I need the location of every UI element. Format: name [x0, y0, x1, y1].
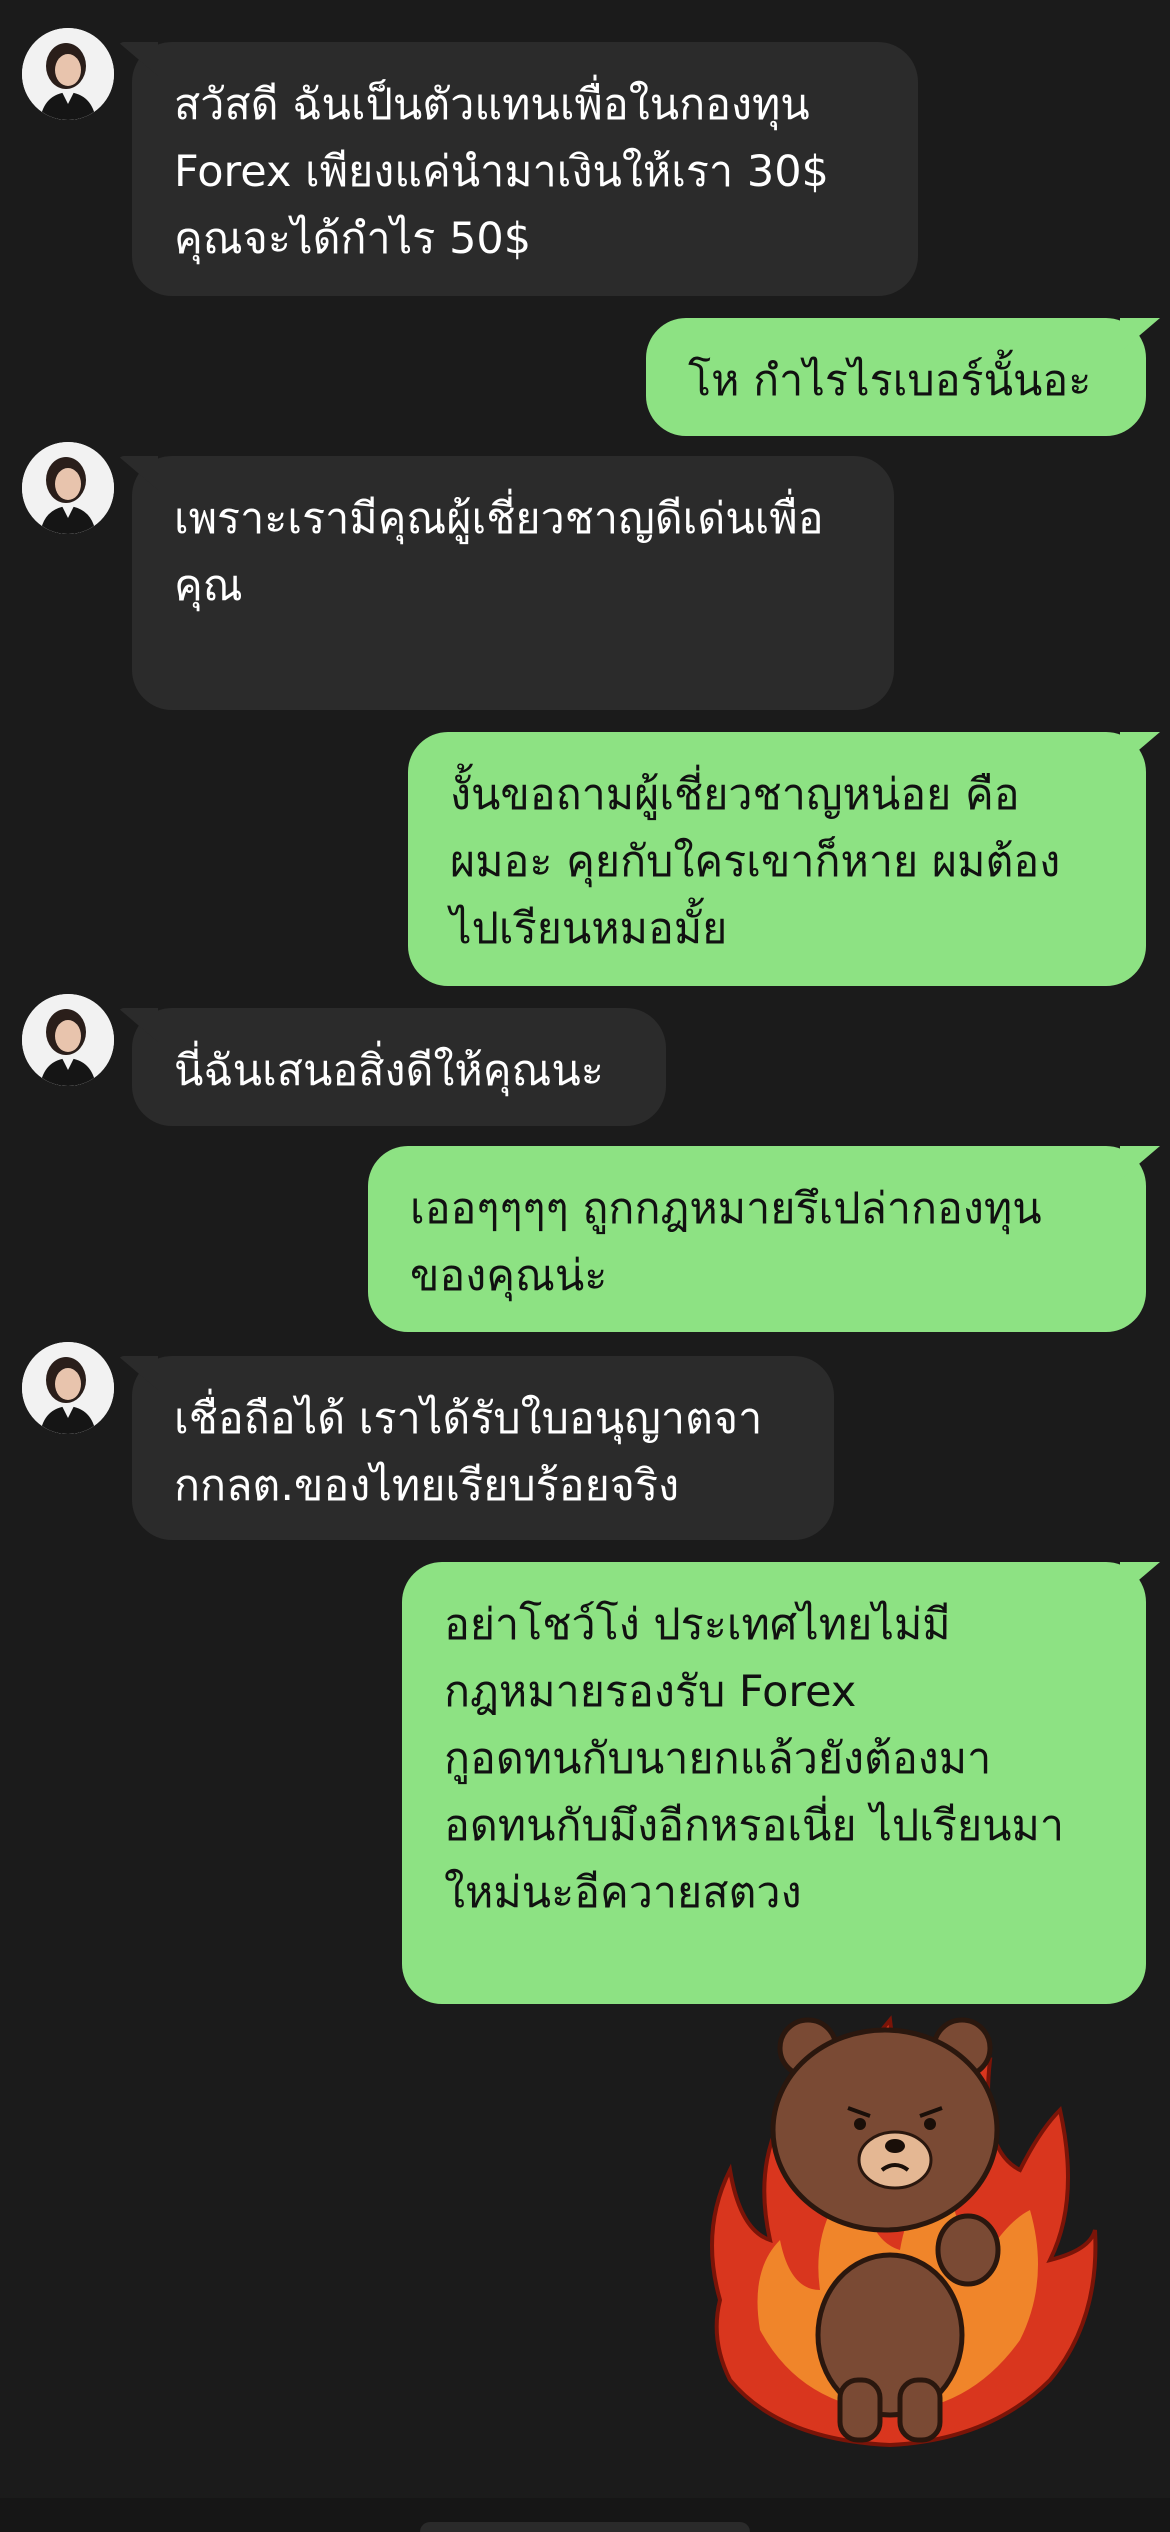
person-avatar-icon — [22, 442, 114, 534]
angry-bear-fire-sticker[interactable] — [690, 2000, 1100, 2450]
message-bubble-outgoing[interactable]: เออๆๆๆๆ ถูกกฎหมายรึเปล่ากองทุน ของคุณน่ะ — [368, 1146, 1146, 1332]
sender-avatar[interactable] — [22, 994, 114, 1086]
message-bubble-incoming[interactable]: นี่ฉันเสนอสิ่งดีให้คุณนะ — [132, 1008, 666, 1126]
sender-avatar[interactable] — [22, 1342, 114, 1434]
message-bubble-outgoing[interactable]: งั้นขอถามผู้เชี่ยวชาญหน่อย คือ ผมอะ คุยก… — [408, 732, 1146, 986]
input-area-edge[interactable] — [420, 2522, 750, 2532]
message-bubble-incoming[interactable]: สวัสดี ฉันเป็นตัวแทนเพื่อในกองทุน Forex … — [132, 42, 918, 296]
chat-thread: สวัสดี ฉันเป็นตัวแทนเพื่อในกองทุน Forex … — [0, 0, 1170, 2532]
message-bubble-outgoing[interactable]: อย่าโชว์โง่ ประเทศไทยไม่มี กฎหมายรองรับ … — [402, 1562, 1146, 2004]
message-bubble-incoming[interactable]: เชื่อถือได้ เราได้รับใบอนุญาตจา กกลต.ของ… — [132, 1356, 834, 1540]
sender-avatar[interactable] — [22, 442, 114, 534]
person-avatar-icon — [22, 28, 114, 120]
person-avatar-icon — [22, 994, 114, 1086]
angry-bear-fire-icon — [710, 2015, 1098, 2448]
message-bubble-outgoing[interactable]: โห กำไรไรเบอร์นั้นอะ — [646, 318, 1146, 436]
sender-avatar[interactable] — [22, 28, 114, 120]
message-bubble-incoming[interactable]: เพราะเรามีคุณผู้เชี่ยวชาญดีเด่นเพื่อ คุณ — [132, 456, 894, 710]
person-avatar-icon — [22, 1342, 114, 1434]
